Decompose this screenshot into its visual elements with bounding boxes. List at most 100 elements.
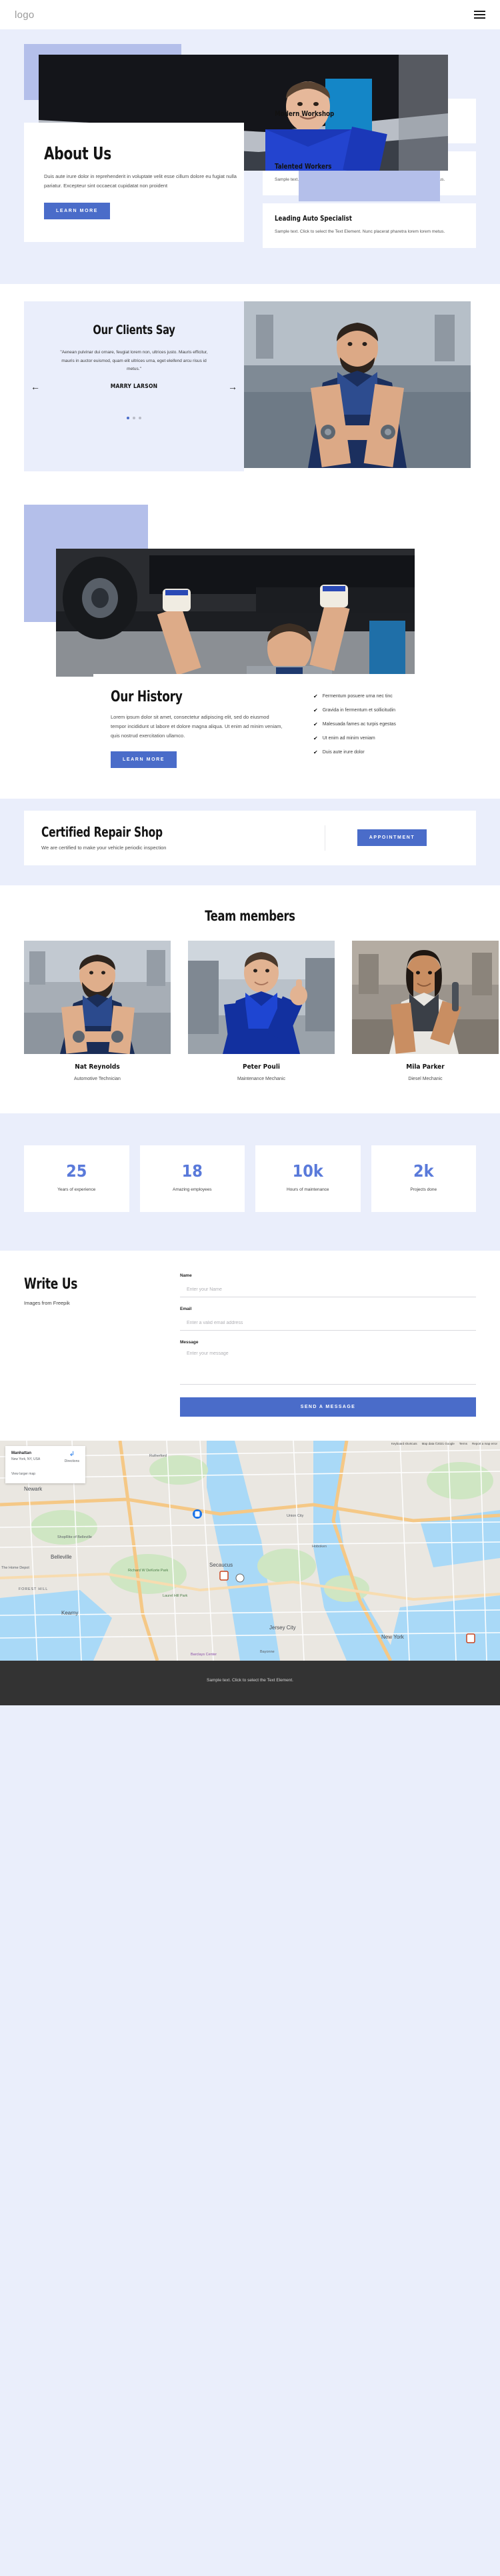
carousel-dot[interactable] (133, 417, 135, 420)
page-root: logo About Us Duis aute irure dolor in r… (0, 0, 500, 1705)
stat-label: Amazing employees (172, 1187, 212, 1192)
feature-card[interactable]: Leading Auto Specialist Sample text. Cli… (263, 203, 476, 249)
feature-card-title: Modern Workshop (275, 109, 335, 118)
hamburger-icon[interactable] (474, 11, 485, 19)
history-section: Our History Lorem ipsum dolor sit amet, … (0, 494, 500, 799)
bearded-mechanic-illustration (24, 940, 171, 1054)
stat-number: 25 (66, 1161, 87, 1181)
name-field-group: Name (180, 1273, 476, 1297)
message-label: Message (180, 1339, 199, 1345)
checklist-item: ✔ Gravida in fermentum et sollicitudin (313, 708, 476, 713)
certified-banner: Certified Repair Shop We are certified t… (24, 810, 476, 865)
about-learn-more-button[interactable]: LEARN MORE (44, 202, 111, 219)
checklist-label: Fermentum posuere urna nec tinc (322, 694, 393, 699)
team-section: Team members Nat Reynolds Automotive Tec… (0, 885, 500, 1113)
contact-heading-column: Write Us Images from Freepik (24, 1273, 157, 1417)
hamburger-bar (474, 17, 485, 19)
stat-card: 2k Projects done (371, 1145, 476, 1212)
map-attribution: Keyboard shortcuts Map data ©2021 Google… (391, 1442, 497, 1445)
testimonial-author: MARRY LARSON (110, 383, 158, 391)
team-member-photo (188, 940, 335, 1054)
team-member-name: Peter Pouli (242, 1063, 280, 1071)
arrow-right-icon[interactable]: → (228, 382, 237, 391)
testimonial-section: ← → Our Clients Say "Aenean pulvinar dui… (0, 284, 500, 495)
team-member: Peter Pouli Maintenance Mechanic (188, 940, 335, 1081)
map-label-new-york: New York (381, 1633, 404, 1640)
testimonial-title: Our Clients Say (93, 323, 175, 338)
contact-credit: Images from Freepik (24, 1299, 70, 1306)
name-input[interactable] (180, 1284, 476, 1297)
certified-subtitle: We are certified to make your vehicle pe… (41, 844, 167, 851)
about-paragraph: Duis aute irure dolor in reprehenderit i… (44, 173, 237, 189)
email-input[interactable] (180, 1317, 476, 1331)
site-logo[interactable]: logo (15, 9, 35, 21)
team-member-role: Maintenance Mechanic (237, 1076, 285, 1081)
arrow-left-icon[interactable]: ← (31, 382, 40, 391)
stat-label: Years of experience (57, 1187, 96, 1192)
feature-card-text: Sample text. Click to select the Text El… (275, 229, 445, 235)
map-data-credit: Map data ©2021 Google (421, 1441, 455, 1445)
map-info-text: Manhattan New York, NY, USA View larger … (11, 1451, 40, 1478)
map-place-address: New York, NY, USA (11, 1457, 41, 1461)
carousel-dot[interactable] (139, 417, 141, 420)
map-section: Manhattan New York, NY, USA View larger … (0, 1440, 500, 1661)
contact-section: Write Us Images from Freepik Name Email … (0, 1250, 500, 1441)
map-report-error-link[interactable]: Report a map error (472, 1442, 497, 1445)
checklist-item: ✔ Fermentum posuere urna nec tinc (313, 694, 476, 699)
check-icon: ✔ (313, 735, 318, 742)
check-icon: ✔ (313, 749, 318, 756)
hamburger-bar (474, 14, 485, 15)
embedded-map[interactable]: Manhattan New York, NY, USA View larger … (0, 1440, 500, 1661)
mechanic-with-wrenches-illustration (244, 301, 471, 469)
stat-label: Projects done (410, 1187, 437, 1192)
footer-text: Sample text. Click to select the Text El… (207, 1677, 293, 1683)
team-member-name: Nat Reynolds (75, 1063, 120, 1071)
map-terms-link[interactable]: Terms (459, 1442, 467, 1445)
checklist-item: ✔ Duis aute irure dolor (313, 750, 476, 755)
stats-section: 25 Years of experience 18 Amazing employ… (0, 1113, 500, 1251)
team-member-role: Automotive Technician (74, 1076, 121, 1081)
check-icon: ✔ (313, 721, 318, 728)
checklist-item: ✔ Malesuada fames ac turpis egestas (313, 722, 476, 727)
site-header: logo (0, 0, 500, 29)
appointment-button[interactable]: APPOINTMENT (357, 829, 427, 847)
carousel-dot[interactable] (127, 417, 129, 420)
map-info-card: Manhattan New York, NY, USA View larger … (5, 1445, 85, 1483)
team-member-photo (352, 940, 499, 1054)
history-learn-more-button[interactable]: LEARN MORE (111, 751, 177, 768)
certified-action: APPOINTMENT (325, 829, 459, 847)
about-title: About Us (44, 144, 111, 164)
stat-card: 18 Amazing employees (139, 1145, 245, 1212)
directions-label: Directions (64, 1459, 79, 1463)
map-label-secaucus: Secaucus (209, 1561, 233, 1568)
check-icon: ✔ (313, 707, 318, 714)
mechanic-under-car-illustration (56, 549, 415, 677)
team-member: Nat Reynolds Automotive Technician (24, 940, 171, 1081)
map-directions-button[interactable]: ↲ Directions (65, 1451, 79, 1478)
send-message-button[interactable]: SEND A MESSAGE (180, 1397, 476, 1417)
checklist-label: Malesuada fames ac turpis egestas (322, 722, 396, 727)
map-label-jersey-city: Jersey City (269, 1624, 296, 1631)
team-title: Team members (205, 907, 295, 924)
testimonial-card: ← → Our Clients Say "Aenean pulvinar dui… (24, 301, 244, 472)
stat-number: 10k (292, 1161, 323, 1181)
map-label-shoprite: ShopRite of Belleville (57, 1535, 92, 1539)
email-field-group: Email (180, 1307, 476, 1331)
message-textarea[interactable] (180, 1348, 476, 1385)
testimonial-dots (36, 417, 232, 420)
name-label: Name (180, 1273, 192, 1278)
map-keyboard-shortcuts[interactable]: Keyboard shortcuts (391, 1442, 417, 1445)
history-card: Our History Lorem ipsum dolor sit amet, … (93, 674, 476, 768)
testimonial-row: ← → Our Clients Say "Aenean pulvinar dui… (24, 301, 476, 472)
message-field-group: Message (180, 1340, 476, 1388)
team-member: Mila Parker Diesel Mechanic (352, 940, 499, 1081)
view-larger-map-link[interactable]: View larger map (11, 1472, 35, 1476)
checklist-label: Duis aute irure dolor (322, 750, 365, 755)
map-label-forest-hill: FOREST HILL (19, 1587, 49, 1591)
check-icon: ✔ (313, 693, 318, 700)
map-label-dekorte-park: Richard W DeKorte Park (128, 1568, 169, 1573)
team-member-role: Diesel Mechanic (408, 1076, 443, 1081)
hamburger-bar (474, 11, 485, 12)
stat-card: 25 Years of experience (24, 1145, 129, 1212)
certified-title: Certified Repair Shop (41, 823, 163, 840)
